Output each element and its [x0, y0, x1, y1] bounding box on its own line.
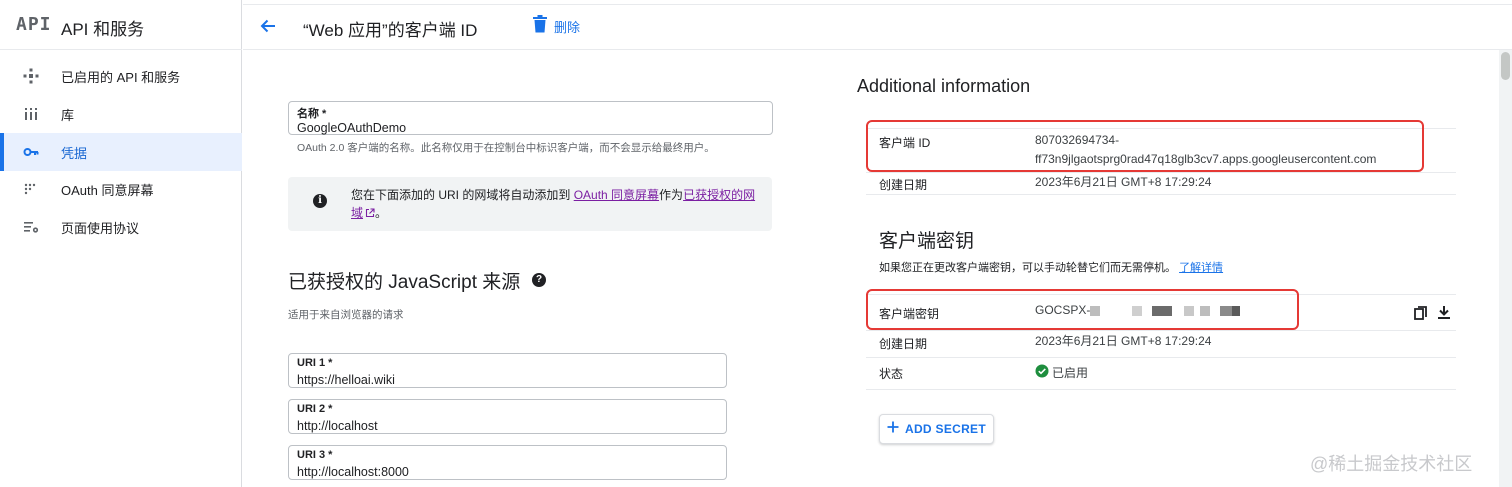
client-secret-desc: 如果您正在更改客户端密钥，可以手动轮替它们而无需停机。 了解详情 [879, 259, 1223, 275]
delete-button[interactable]: 删除 [532, 14, 580, 38]
status-label: 状态 [879, 367, 904, 381]
domain-info-text: 您在下面添加的 URI 的网域将自动添加到 OAuth 同意屏幕作为已获授权的网… [351, 186, 761, 222]
external-link-icon [365, 208, 375, 218]
api-logo: API [16, 14, 52, 35]
sidebar: API API 和服务 已启用的 API 和服务 库 凭据 OAuth 同意屏幕… [0, 0, 242, 487]
uri-2-field[interactable]: URI 2 * http://localhost [288, 399, 727, 434]
uri-label: URI 2 * [297, 403, 333, 415]
info-text-part: 。 [375, 206, 388, 220]
sidebar-item-label: 已启用的 API 和服务 [61, 69, 181, 85]
divider [866, 357, 1456, 358]
back-arrow-icon[interactable] [258, 16, 278, 36]
secret-created-value: 2023年6月21日 GMT+8 17:29:24 [1035, 334, 1212, 348]
delete-label: 删除 [554, 19, 581, 35]
sidebar-item-credentials[interactable]: 凭据 [0, 133, 242, 171]
additional-info-title: Additional information [857, 76, 1031, 96]
status-value: 已启用 [1035, 364, 1088, 381]
download-icon[interactable] [1437, 305, 1451, 325]
secret-desc-text: 如果您正在更改客户端密钥，可以手动轮替它们而无需停机。 [879, 262, 1176, 274]
divider [866, 194, 1456, 195]
info-icon: i [313, 194, 327, 208]
name-field-label: 名称 * [297, 108, 327, 120]
js-origins-hint: 适用于来自浏览器的请求 [288, 309, 404, 321]
consent-icon [22, 180, 40, 198]
uri-label: URI 1 * [297, 357, 333, 369]
secret-created-label: 创建日期 [879, 337, 928, 351]
sidebar-item-label: 页面使用协议 [61, 220, 140, 236]
api-hub-icon [22, 67, 40, 85]
help-icon[interactable]: ? [532, 273, 546, 287]
check-circle-icon [1035, 364, 1049, 381]
settings-list-icon [22, 218, 40, 236]
client-secret-title: 客户端密钥 [879, 231, 975, 252]
add-secret-label: ADD SECRET [904, 422, 986, 436]
sidebar-item-library[interactable]: 库 [0, 95, 242, 133]
divider [866, 330, 1456, 331]
watermark: @稀土掘金技术社区 [1310, 454, 1473, 474]
oauth-consent-link[interactable]: OAuth 同意屏幕 [574, 188, 659, 202]
trash-icon [532, 14, 548, 38]
created-date-value: 2023年6月21日 GMT+8 17:29:24 [1035, 175, 1212, 189]
scrollbar-track[interactable] [1499, 50, 1512, 487]
uri-label: URI 3 * [297, 449, 333, 461]
uri-value: http://localhost:8000 [297, 465, 409, 479]
client-id-highlight [866, 120, 1424, 172]
uri-1-field[interactable]: URI 1 * https://helloai.wiki [288, 353, 727, 388]
info-text-part: 您在下面添加的 URI 的网域将自动添加到 [351, 188, 571, 202]
key-icon [22, 143, 40, 161]
name-field-value: GoogleOAuthDemo [297, 121, 407, 135]
client-secret-highlight [866, 289, 1299, 330]
js-origins-title: 已获授权的 JavaScript 来源 [288, 272, 521, 293]
status-text: 已启用 [1052, 366, 1089, 380]
info-text-part: 作为 [659, 188, 684, 202]
divider [866, 389, 1456, 390]
copy-icon[interactable] [1414, 306, 1428, 326]
name-field[interactable]: 名称 * GoogleOAuthDemo [288, 101, 773, 135]
name-hint: OAuth 2.0 客户端的名称。此名称仅用于在控制台中标识客户端，而不会显示给… [297, 142, 715, 154]
sidebar-header: API API 和服务 [0, 0, 242, 50]
scrollbar-thumb[interactable] [1501, 52, 1510, 80]
created-date-label: 创建日期 [879, 178, 928, 192]
sidebar-item-oauth-consent[interactable]: OAuth 同意屏幕 [0, 170, 242, 208]
sidebar-item-label: OAuth 同意屏幕 [61, 182, 154, 198]
sidebar-item-page-usage-agreement[interactable]: 页面使用协议 [0, 208, 242, 246]
domain-info-box: i 您在下面添加的 URI 的网域将自动添加到 OAuth 同意屏幕作为已获授权… [288, 177, 772, 231]
uri-value: https://helloai.wiki [297, 373, 395, 387]
sidebar-item-label: 库 [61, 107, 75, 123]
uri-value: http://localhost [297, 419, 378, 433]
sidebar-item-label: 凭据 [61, 145, 88, 161]
add-secret-button[interactable]: ADD SECRET [879, 414, 994, 444]
learn-more-link[interactable]: 了解详情 [1179, 262, 1223, 274]
library-icon [22, 105, 40, 123]
app-title: API 和服务 [61, 20, 145, 39]
plus-icon [887, 420, 899, 438]
page-title: “Web 应用”的客户端 ID [303, 21, 478, 40]
uri-3-field[interactable]: URI 3 * http://localhost:8000 [288, 445, 727, 480]
sidebar-item-enabled-apis[interactable]: 已启用的 API 和服务 [0, 57, 242, 95]
